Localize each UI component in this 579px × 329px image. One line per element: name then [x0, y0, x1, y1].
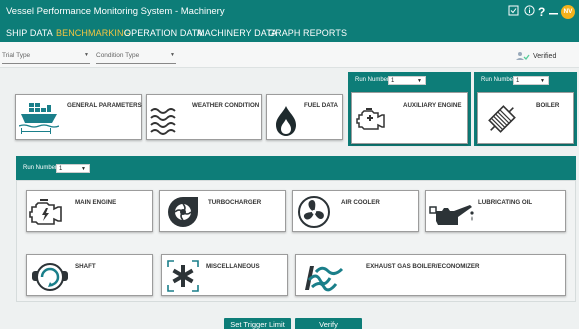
- fuel-data-label: FUEL DATA: [304, 102, 339, 109]
- chevron-down-icon: ▼: [84, 52, 89, 58]
- app-title: Vessel Performance Monitoring System - M…: [6, 6, 225, 17]
- exhaust-gas-boiler-label: EXHAUST GAS BOILER/ECONOMIZER: [366, 263, 480, 270]
- boiler-run-number-value: 1: [516, 78, 520, 84]
- asterisk-icon: [167, 260, 199, 292]
- boiler-icon: [488, 105, 516, 133]
- air-cooler-label: AIR COOLER: [341, 199, 380, 206]
- lubricating-oil-label: LUBRICATING OIL: [478, 199, 533, 206]
- auxiliary-engine-card[interactable]: AUXILIARY ENGINE: [351, 92, 468, 144]
- main-engine-card[interactable]: MAIN ENGINE: [26, 190, 153, 232]
- turbocharger-icon: [168, 197, 198, 227]
- flame-icon: [276, 106, 296, 136]
- chevron-down-icon: ▼: [81, 166, 86, 172]
- engine-icon: [29, 199, 62, 225]
- weather-condition-label: WEATHER CONDITION: [192, 102, 260, 109]
- shaft-icon: [32, 263, 68, 291]
- chevron-down-icon: ▼: [417, 78, 422, 84]
- boiler-card[interactable]: BOILER: [477, 92, 574, 144]
- shaft-card[interactable]: SHAFT: [26, 254, 153, 296]
- verify-button[interactable]: Verify: [295, 318, 362, 329]
- exhaust-icon: [305, 266, 344, 292]
- boiler-panel: Run Number 1 ▼ BOILER: [474, 72, 577, 146]
- waves-icon: [150, 108, 176, 135]
- minimize-icon[interactable]: [549, 4, 558, 20]
- trial-type-placeholder: Trial Type: [2, 52, 31, 59]
- trial-type-select[interactable]: Trial Type ▼: [2, 52, 90, 64]
- run-number-label: Run Number: [355, 77, 390, 83]
- help-icon[interactable]: ?: [538, 4, 545, 20]
- lubricating-oil-card[interactable]: LUBRICATING OIL: [425, 190, 566, 232]
- general-parameters-card[interactable]: GENERAL PARAMETERS: [15, 94, 142, 140]
- turbocharger-label: TURBOCHARGER: [208, 199, 262, 206]
- auxiliary-engine-panel: Run Number 1 ▼ AUXILIARY ENGINE: [348, 72, 471, 146]
- shaft-label: SHAFT: [75, 263, 96, 270]
- general-parameters-label: GENERAL PARAMETERS: [67, 102, 142, 109]
- main-run-header: Run Number 1 ▼: [16, 156, 576, 180]
- nav-operation-data[interactable]: OPERATION DATA: [124, 28, 203, 38]
- boiler-label: BOILER: [536, 102, 560, 109]
- run-number-label: Run Number: [23, 165, 58, 171]
- checklist-icon[interactable]: [508, 4, 519, 20]
- condition-type-placeholder: Condition Type: [96, 52, 140, 59]
- avatar[interactable]: NV: [561, 5, 575, 19]
- info-icon[interactable]: [524, 4, 535, 20]
- title-bar: Vessel Performance Monitoring System - M…: [0, 0, 579, 24]
- nav-machinery-data[interactable]: MACHINERY DATA: [197, 28, 277, 38]
- oil-can-icon: [429, 205, 474, 225]
- verified-label: Verified: [533, 53, 557, 60]
- chevron-down-icon: ▼: [170, 52, 175, 58]
- boiler-run-number-select[interactable]: 1 ▼: [513, 76, 549, 85]
- verified-icon: [516, 51, 530, 64]
- air-cooler-card[interactable]: AIR COOLER: [292, 190, 419, 232]
- chevron-down-icon: ▼: [540, 78, 545, 84]
- fan-icon: [298, 196, 330, 228]
- fuel-data-card[interactable]: FUEL DATA: [266, 94, 343, 140]
- nav-benchmarking[interactable]: BENCHMARKING: [56, 28, 131, 38]
- miscellaneous-card[interactable]: MISCELLANEOUS: [161, 254, 288, 296]
- auxiliary-run-number-value: 1: [391, 78, 395, 84]
- ship-icon: [19, 103, 59, 134]
- nav-ship-data[interactable]: SHIP DATA: [6, 28, 53, 38]
- main-run-number-select[interactable]: 1 ▼: [56, 164, 90, 173]
- auxiliary-run-number-select[interactable]: 1 ▼: [388, 76, 426, 85]
- weather-condition-card[interactable]: WEATHER CONDITION: [146, 94, 262, 140]
- run-number-label: Run Number: [481, 77, 516, 83]
- condition-type-select[interactable]: Condition Type ▼: [96, 52, 176, 64]
- nav-reports[interactable]: REPORTS: [303, 28, 347, 38]
- auxiliary-engine-label: AUXILIARY ENGINE: [403, 102, 462, 109]
- turbocharger-card[interactable]: TURBOCHARGER: [159, 190, 286, 232]
- main-run-number-value: 1: [59, 166, 63, 172]
- miscellaneous-label: MISCELLANEOUS: [206, 263, 260, 270]
- main-nav: SHIP DATA BENCHMARKING OPERATION DATA MA…: [0, 24, 579, 42]
- nav-graph[interactable]: GRAPH: [268, 28, 301, 38]
- exhaust-gas-boiler-card[interactable]: EXHAUST GAS BOILER/ECONOMIZER: [295, 254, 566, 296]
- engine-icon: [356, 108, 385, 130]
- set-trigger-limit-button[interactable]: Set Trigger Limit: [224, 318, 291, 329]
- filter-bar: Trial Type ▼ Condition Type ▼ Verified: [0, 42, 579, 68]
- main-engine-label: MAIN ENGINE: [75, 199, 117, 206]
